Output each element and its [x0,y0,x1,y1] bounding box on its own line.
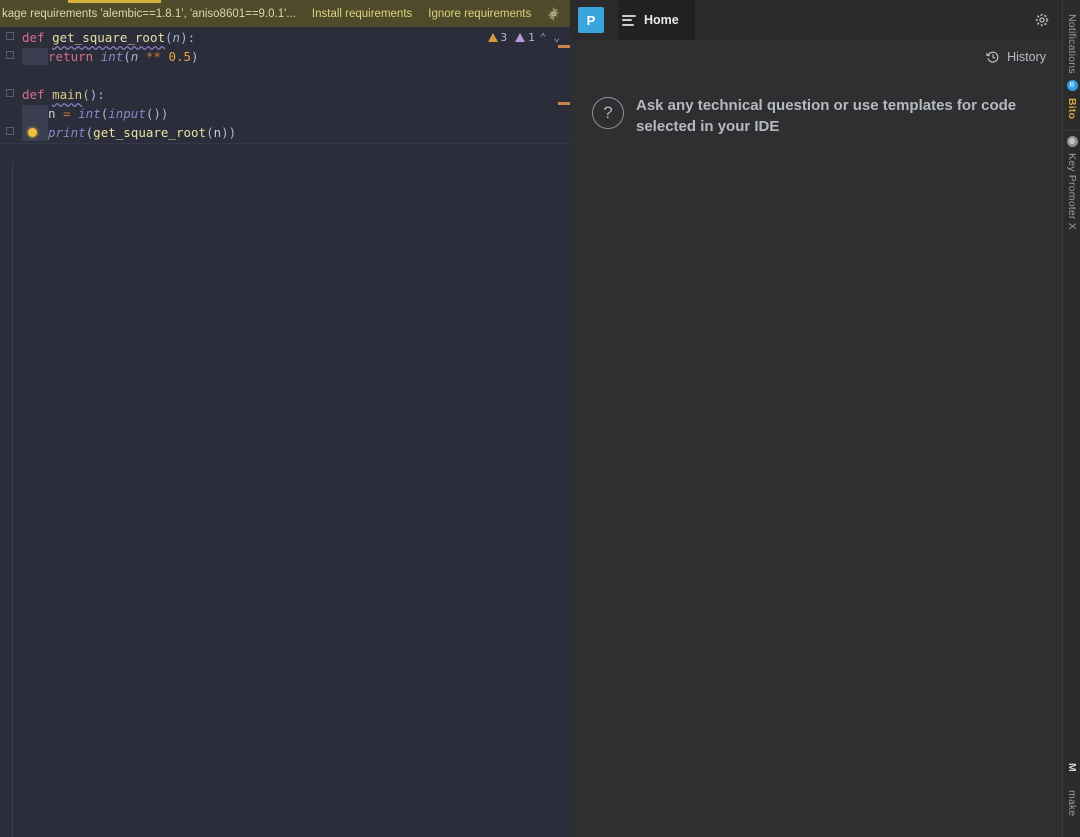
code-line: n = int(input()) [48,106,169,121]
marker-stripe[interactable] [558,102,570,105]
rail-item-bito[interactable]: Bito [1063,94,1080,124]
intro-text: Ask any technical question or use templa… [636,97,1017,135]
install-requirements-link[interactable]: Install requirements [312,8,412,20]
next-problem-button[interactable]: ⌄ [551,31,562,44]
right-tool-rail: Notifications B Bito ◍ Key Promoter X M … [1062,0,1080,837]
warning-count: 3 [500,31,508,44]
fold-marker[interactable] [6,127,14,135]
warning-triangle-icon [487,33,498,42]
intro-block: ? Ask any technical question or use temp… [592,95,1042,137]
menu-icon [622,14,636,26]
rail-item-key-promoter-x[interactable]: Key Promoter X [1063,150,1080,232]
bito-logo-icon[interactable]: P [578,7,604,33]
editor-body-inner [12,162,570,837]
intention-bulb-icon[interactable] [28,128,37,137]
code-line: return int(n ** 0.5) [48,49,199,64]
requirements-message: kage requirements 'alembic==1.8.1', 'ani… [2,7,296,20]
notification-accent [68,0,161,3]
requirements-notification-bar: kage requirements 'alembic==1.8.1', 'ani… [0,0,570,27]
tab-home-label: Home [644,13,679,27]
maven-icon[interactable]: M [1063,760,1080,774]
code-line: print(get_square_root(n)) [48,125,237,140]
prev-problem-button[interactable]: ⌃ [538,31,549,44]
fold-marker[interactable] [6,89,14,97]
weak-warning-triangle-icon [515,33,526,42]
code-editor: kage requirements 'alembic==1.8.1', 'ani… [0,0,570,837]
globe-icon[interactable]: ◍ [1063,134,1080,148]
bito-icon[interactable]: B [1063,78,1080,92]
inspection-summary[interactable]: 3 1 ⌃ ⌄ [487,31,563,44]
rail-item-make[interactable]: make [1063,778,1080,828]
rail-label: Notifications [1066,14,1078,74]
editor-empty-area[interactable] [0,143,570,837]
fold-marker[interactable] [6,32,14,40]
editor-gutter [0,27,20,143]
rail-divider [1066,130,1078,131]
bito-panel: P Home History ? Ask any technical quest… [570,0,1062,837]
app-root: kage requirements 'alembic==1.8.1', 'ani… [0,0,1080,837]
code-line: def get_square_root(n): [22,30,196,45]
rail-label: Key Promoter X [1066,152,1078,230]
question-mark-icon: ? [592,97,624,129]
history-label: History [1007,50,1046,64]
gear-icon[interactable] [547,7,560,20]
rail-label: make [1066,789,1078,817]
editor-divider [0,143,570,144]
weak-warning-count: 1 [528,31,535,44]
history-icon [986,51,999,63]
tab-home[interactable]: Home [618,0,695,40]
indent-highlight [22,48,48,65]
ignore-requirements-link[interactable]: Ignore requirements [428,8,531,20]
history-button[interactable]: History [986,50,1046,64]
rail-label: Bito [1066,98,1078,120]
marker-stripe[interactable] [558,45,570,48]
code-line: def main(): [22,87,105,102]
gear-icon[interactable] [1034,12,1050,28]
rail-item-notifications[interactable]: Notifications [1063,4,1080,84]
code-content[interactable]: def get_square_root(n): return int(n ** … [0,27,570,143]
fold-marker[interactable] [6,51,14,59]
panel-header: P Home [570,0,1062,40]
